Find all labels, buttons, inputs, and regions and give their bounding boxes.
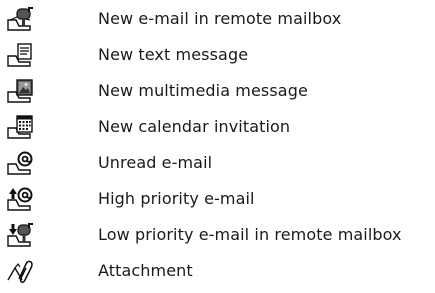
- new-text-message-icon: [6, 42, 34, 68]
- legend-row: Unread e-mail: [0, 148, 435, 178]
- new-calendar-invitation-icon: [6, 114, 34, 140]
- legend-row: Attachment: [0, 256, 435, 286]
- legend-row: High priority e-mail: [0, 184, 435, 214]
- legend-label: High priority e-mail: [98, 189, 255, 208]
- legend-label: New calendar invitation: [98, 117, 291, 136]
- legend-row: New text message: [0, 40, 435, 70]
- legend-label: New text message: [98, 45, 249, 64]
- attachment-icon: [6, 258, 34, 284]
- legend-row: New multimedia message: [0, 76, 435, 106]
- legend-row: New e-mail in remote mailbox: [0, 4, 435, 34]
- remote-mailbox-new-email-icon: [6, 6, 34, 32]
- legend-label: Attachment: [98, 261, 193, 280]
- legend-row: New calendar invitation: [0, 112, 435, 142]
- legend-label: New e-mail in remote mailbox: [98, 9, 342, 28]
- legend-label: Low priority e-mail in remote mailbox: [98, 225, 402, 244]
- icon-legend: New e-mail in remote mailbox New text me…: [0, 0, 435, 293]
- legend-label: Unread e-mail: [98, 153, 213, 172]
- high-priority-email-icon: [6, 186, 34, 212]
- legend-row: Low priority e-mail in remote mailbox: [0, 220, 435, 250]
- unread-email-icon: [6, 150, 34, 176]
- new-multimedia-message-icon: [6, 78, 34, 104]
- low-priority-remote-mailbox-email-icon: [6, 222, 34, 248]
- legend-label: New multimedia message: [98, 81, 308, 100]
